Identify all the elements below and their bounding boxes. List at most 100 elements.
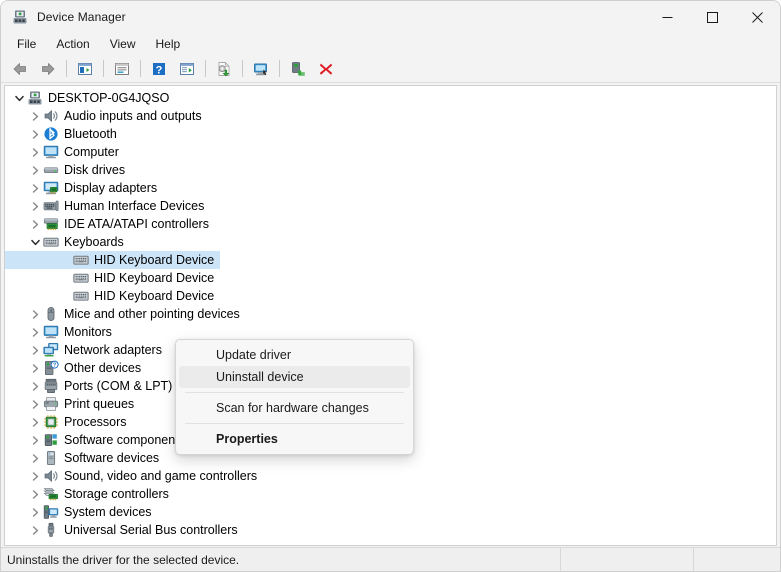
context-menu[interactable]: Update driver Uninstall device Scan for …	[175, 339, 414, 455]
chevron-right-icon[interactable]	[27, 360, 43, 376]
chevron-right-icon[interactable]	[27, 108, 43, 124]
status-message: Uninstalls the driver for the selected d…	[1, 547, 561, 571]
tree-item-label: Software devices	[64, 451, 160, 465]
menu-file[interactable]: File	[7, 35, 46, 53]
chevron-right-icon[interactable]	[27, 396, 43, 412]
chevron-right-icon[interactable]	[27, 504, 43, 520]
maximize-button[interactable]	[690, 1, 735, 33]
menu-action[interactable]: Action	[46, 35, 99, 53]
context-menu-item-scan-for-hardware-changes[interactable]: Scan for hardware changes	[179, 397, 410, 419]
tree-item[interactable]: Sound, video and game controllers	[5, 467, 776, 485]
show-hide-action-pane-button[interactable]	[173, 57, 201, 81]
chevron-right-icon[interactable]	[27, 306, 43, 322]
tree-item-label: System devices	[64, 505, 152, 519]
computer-root-icon	[27, 90, 43, 106]
scan-for-hardware-changes-button[interactable]	[247, 57, 275, 81]
tree-item[interactable]: HID Keyboard Device	[5, 287, 776, 305]
context-menu-separator-1	[185, 392, 404, 393]
tree-item[interactable]: Storage controllers	[5, 485, 776, 503]
keyboard-icon	[73, 270, 89, 286]
monitor-icon	[43, 324, 59, 340]
monitor-icon	[43, 144, 59, 160]
display-adapter-icon	[43, 180, 59, 196]
tree-item-label: Ports (COM & LPT)	[64, 379, 173, 393]
show-hide-console-tree-button[interactable]	[71, 57, 99, 81]
chevron-right-icon[interactable]	[27, 144, 43, 160]
speaker-icon	[43, 108, 59, 124]
tree-item[interactable]: Disk drives	[5, 161, 776, 179]
keyboard-icon	[73, 288, 89, 304]
tree-item-label: Keyboards	[64, 235, 124, 249]
device-tree-panel[interactable]: DESKTOP-0G4JQSO Audio inputs and outputs B…	[4, 85, 777, 546]
tree-item[interactable]: IDE ATA/ATAPI controllers	[5, 215, 776, 233]
tree-item-label: Audio inputs and outputs	[64, 109, 202, 123]
menu-help[interactable]: Help	[146, 35, 191, 53]
title-bar[interactable]: Device Manager	[1, 1, 780, 33]
context-menu-item-update-driver[interactable]: Update driver	[179, 344, 410, 366]
chevron-right-icon[interactable]	[27, 414, 43, 430]
disk-drive-icon	[43, 162, 59, 178]
tree-item[interactable]: HID Keyboard Device	[5, 251, 776, 269]
context-menu-item-properties[interactable]: Properties	[179, 428, 410, 450]
close-button[interactable]	[735, 1, 780, 33]
tree-item-label: Computer	[64, 145, 119, 159]
chevron-right-icon[interactable]	[27, 342, 43, 358]
help-button[interactable]: ?	[145, 57, 173, 81]
chevron-right-icon[interactable]	[27, 198, 43, 214]
chevron-right-icon[interactable]	[27, 162, 43, 178]
tree-item[interactable]: Computer	[5, 143, 776, 161]
tree-item[interactable]: HID Keyboard Device	[5, 269, 776, 287]
tree-item-label: Software components	[64, 433, 185, 447]
device-tree: DESKTOP-0G4JQSO Audio inputs and outputs B…	[5, 86, 776, 539]
chevron-right-icon[interactable]	[27, 468, 43, 484]
tree-item-label: Bluetooth	[64, 127, 117, 141]
tree-item[interactable]: Display adapters	[5, 179, 776, 197]
tree-item[interactable]: DESKTOP-0G4JQSO	[5, 89, 776, 107]
tree-item-label: Universal Serial Bus controllers	[64, 523, 238, 537]
tree-item[interactable]: Human Interface Devices	[5, 197, 776, 215]
tree-item-label: DESKTOP-0G4JQSO	[48, 91, 170, 105]
tree-item[interactable]: System devices	[5, 503, 776, 521]
chevron-right-icon[interactable]	[27, 126, 43, 142]
tree-item-label: Mice and other pointing devices	[64, 307, 240, 321]
chevron-right-icon[interactable]	[27, 522, 43, 538]
chevron-right-icon[interactable]	[27, 216, 43, 232]
update-driver-button[interactable]	[210, 57, 238, 81]
chevron-right-icon[interactable]	[27, 486, 43, 502]
tree-item[interactable]: Keyboards	[5, 233, 776, 251]
chevron-down-icon[interactable]	[27, 234, 43, 250]
toolbar-separator-6	[279, 60, 280, 77]
context-menu-item-uninstall-device[interactable]: Uninstall device	[179, 366, 410, 388]
tree-item-label: Monitors	[64, 325, 112, 339]
chevron-right-icon[interactable]	[27, 180, 43, 196]
tree-item[interactable]: Audio inputs and outputs	[5, 107, 776, 125]
chevron-right-icon[interactable]	[27, 450, 43, 466]
forward-button[interactable]	[34, 57, 62, 81]
tree-item-label: HID Keyboard Device	[94, 289, 215, 303]
status-pane-2	[561, 547, 694, 571]
chevron-right-icon[interactable]	[27, 432, 43, 448]
svg-text:?: ?	[156, 64, 163, 76]
menu-view[interactable]: View	[100, 35, 146, 53]
properties-button[interactable]	[108, 57, 136, 81]
tree-item[interactable]: Universal Serial Bus controllers	[5, 521, 776, 539]
tree-item[interactable]: Bluetooth	[5, 125, 776, 143]
tree-item-label: Network adapters	[64, 343, 162, 357]
other-device-icon: ?	[43, 360, 59, 376]
back-button[interactable]	[6, 57, 34, 81]
tree-item[interactable]: Mice and other pointing devices	[5, 305, 776, 323]
uninstall-device-button[interactable]	[312, 57, 340, 81]
tree-item-label: Storage controllers	[64, 487, 169, 501]
chevron-right-icon[interactable]	[27, 324, 43, 340]
processor-icon	[43, 414, 59, 430]
chevron-right-icon[interactable]	[27, 378, 43, 394]
toolbar-separator-1	[66, 60, 67, 77]
tree-item-label: Display adapters	[64, 181, 158, 195]
minimize-button[interactable]	[645, 1, 690, 33]
chevron-down-icon[interactable]	[11, 90, 27, 106]
enable-device-button[interactable]	[284, 57, 312, 81]
window-title: Device Manager	[37, 10, 126, 24]
